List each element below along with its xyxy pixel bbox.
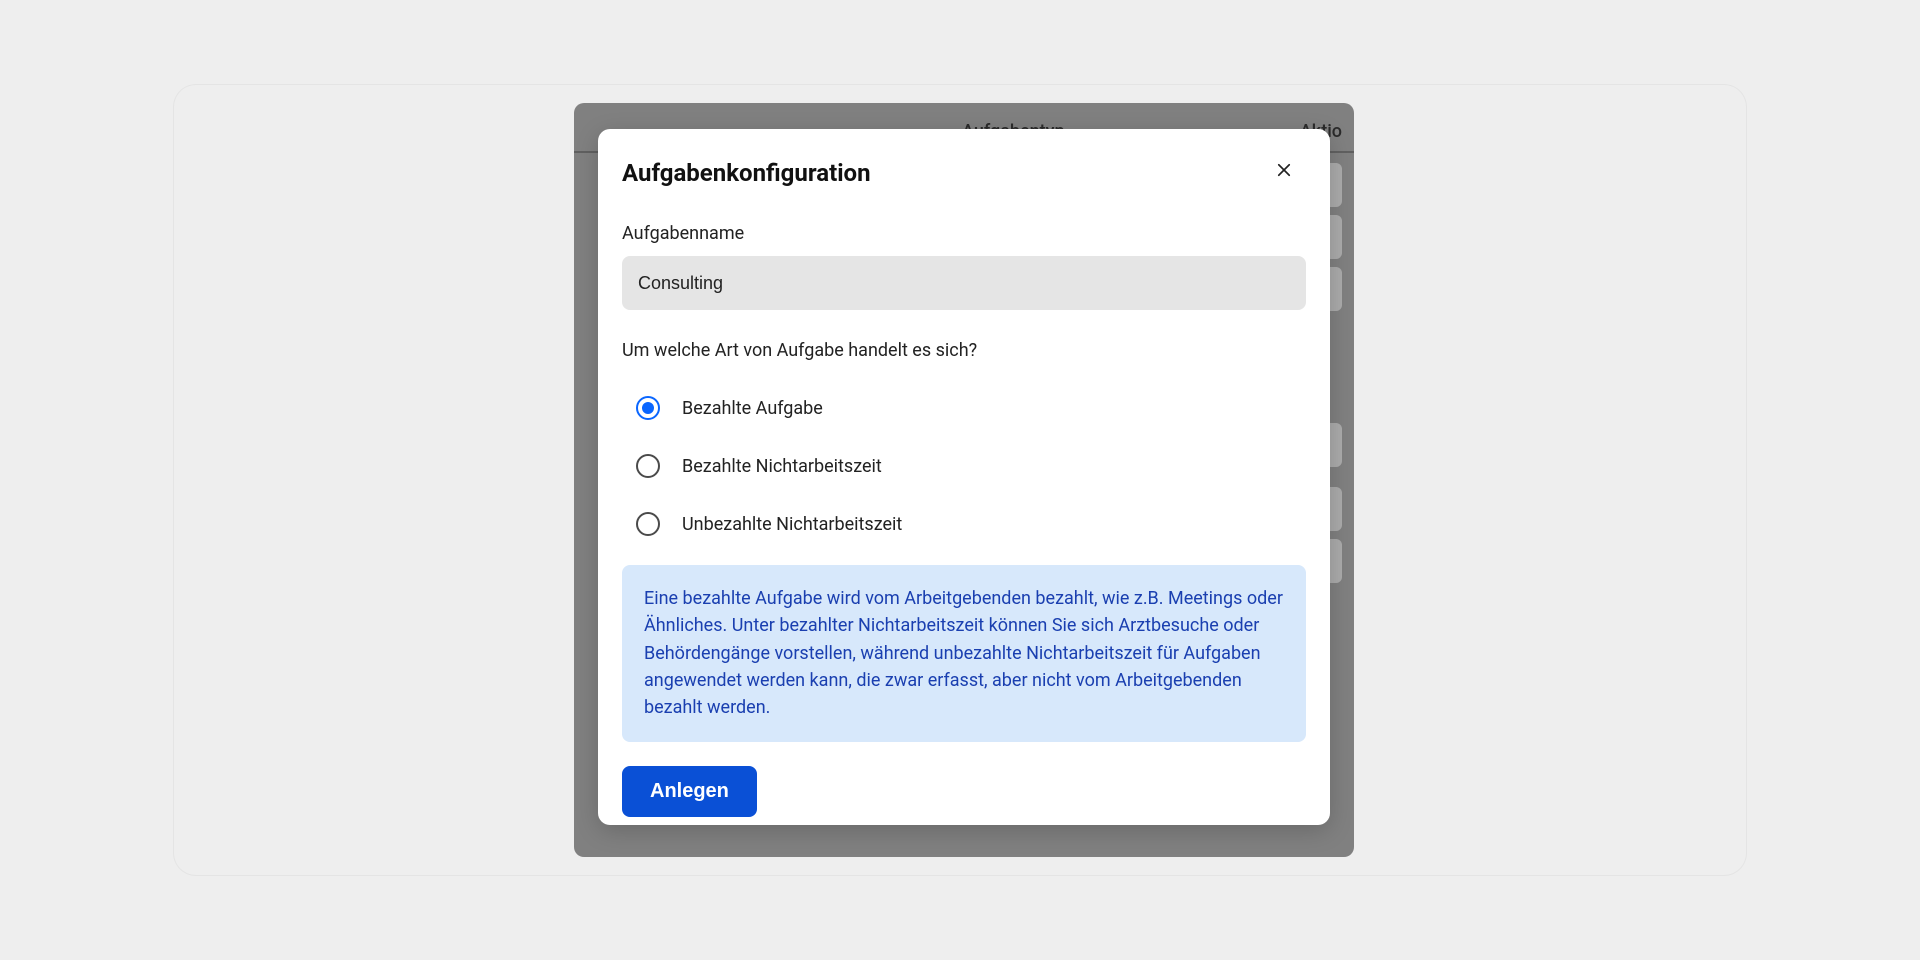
radio-option-paid-task[interactable]: Bezahlte Aufgabe xyxy=(636,379,1306,437)
task-name-label: Aufgabenname xyxy=(622,223,1306,244)
close-icon xyxy=(1275,161,1293,182)
close-button[interactable] xyxy=(1266,153,1302,189)
radio-option-label: Bezahlte Aufgabe xyxy=(682,398,823,419)
radio-icon xyxy=(636,512,660,536)
task-config-modal: Aufgabenkonfiguration Aufgabenname Um we… xyxy=(598,129,1330,825)
modal-header: Aufgabenkonfiguration xyxy=(622,157,1306,189)
task-type-info-box: Eine bezahlte Aufgabe wird vom Arbeitgeb… xyxy=(622,565,1306,742)
radio-icon xyxy=(636,396,660,420)
radio-option-paid-nonwork[interactable]: Bezahlte Nichtarbeitszeit xyxy=(636,437,1306,495)
task-type-radio-group: Bezahlte Aufgabe Bezahlte Nichtarbeitsze… xyxy=(622,379,1306,553)
modal-title: Aufgabenkonfiguration xyxy=(622,159,871,187)
radio-option-label: Bezahlte Nichtarbeitszeit xyxy=(682,456,882,477)
radio-icon xyxy=(636,454,660,478)
task-type-question: Um welche Art von Aufgabe handelt es sic… xyxy=(622,340,1306,361)
radio-option-unpaid-nonwork[interactable]: Unbezahlte Nichtarbeitszeit xyxy=(636,495,1306,553)
radio-option-label: Unbezahlte Nichtarbeitszeit xyxy=(682,514,902,535)
task-name-input[interactable] xyxy=(622,256,1306,310)
app-window: Aufgabentyp Aktio Aufgabenkonfiguration xyxy=(174,85,1746,875)
create-button[interactable]: Anlegen xyxy=(622,766,757,817)
